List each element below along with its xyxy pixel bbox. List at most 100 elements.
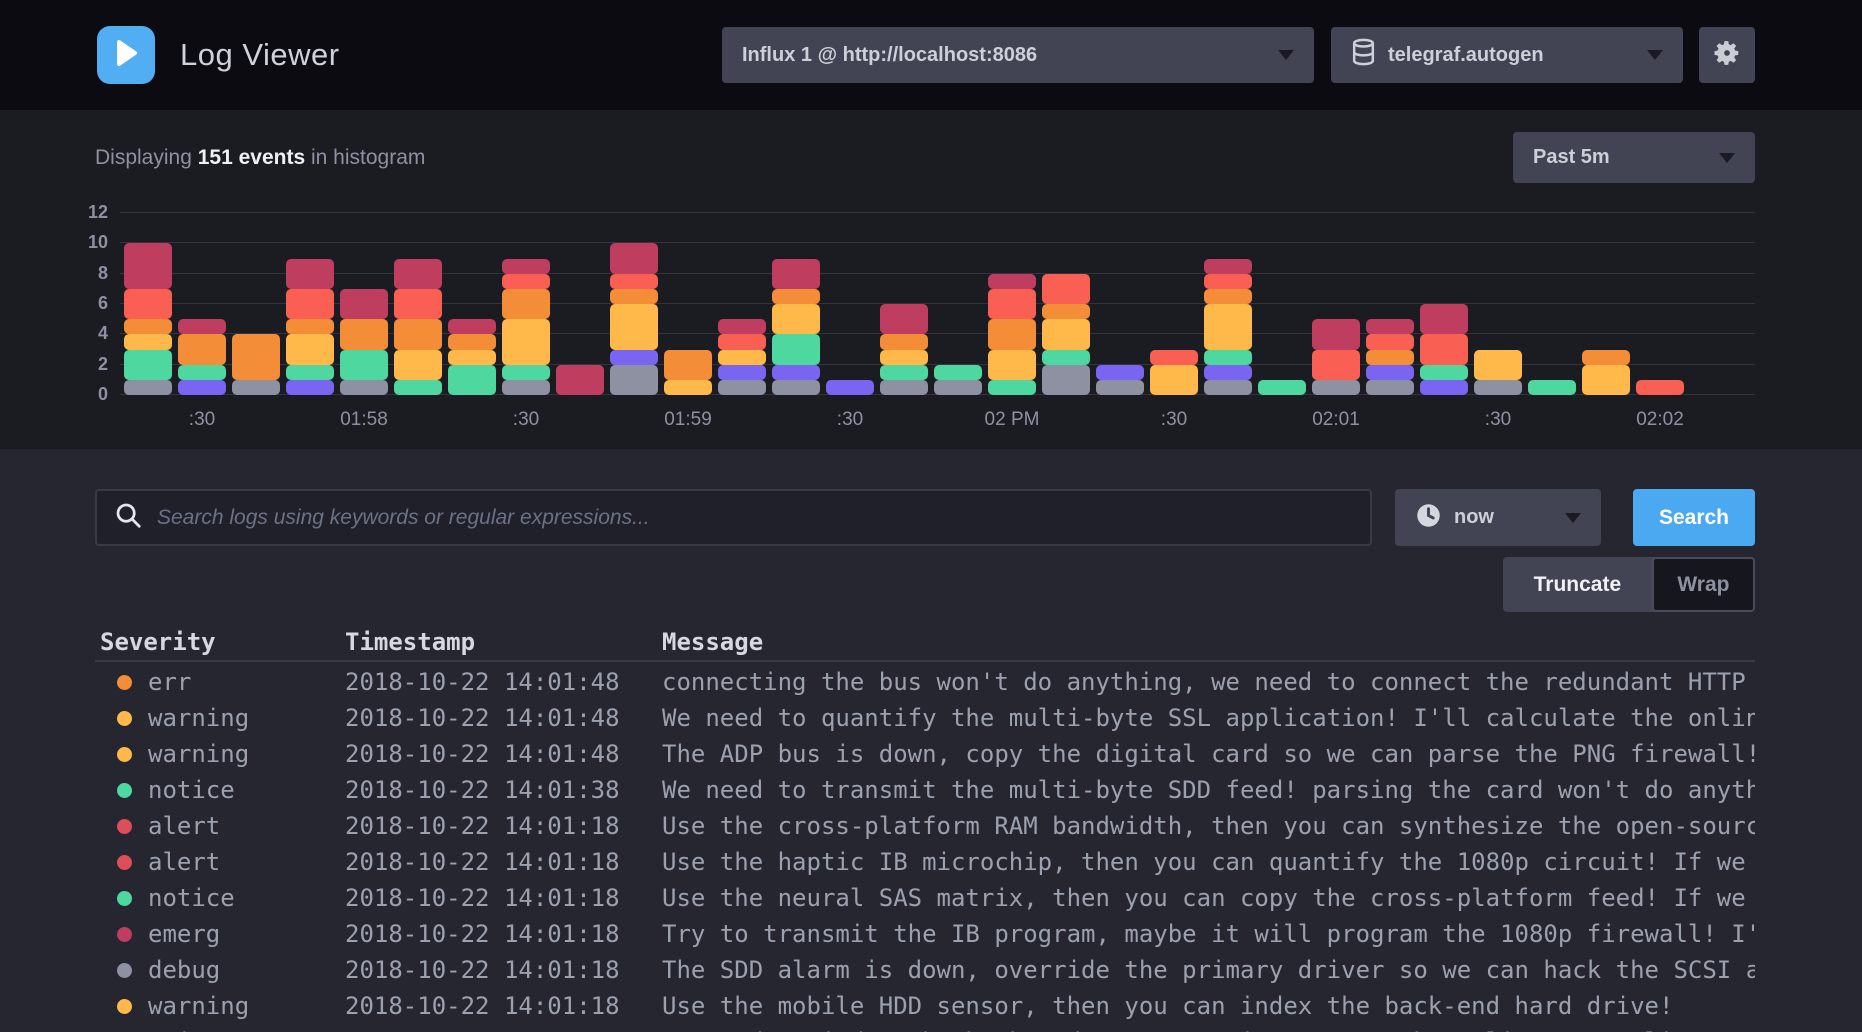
bar-segment-crit [1312, 350, 1360, 380]
table-row[interactable]: crit2018-10-22 14:01:18We need to index … [95, 1024, 1755, 1032]
truncate-option[interactable]: Truncate [1503, 557, 1652, 612]
bar-segment-debug [1312, 380, 1360, 395]
y-tick-label: 12 [58, 202, 108, 223]
bar-segment-emerg [340, 289, 388, 319]
x-tick-label: 02:01 [1312, 409, 1360, 431]
histogram-bar[interactable] [556, 365, 604, 395]
histogram-bar[interactable] [610, 243, 658, 395]
settings-button[interactable] [1699, 27, 1755, 83]
histogram-bar[interactable] [718, 319, 766, 395]
histogram-bar[interactable] [1042, 274, 1090, 395]
bar-segment-emerg [610, 243, 658, 273]
histogram-bar[interactable] [1636, 380, 1684, 395]
namespace-dropdown[interactable]: telegraf.autogen [1331, 27, 1683, 83]
bar-segment-err [232, 334, 280, 380]
search-bar [95, 489, 1372, 546]
bar-segment-emerg [178, 319, 226, 334]
histogram-bar[interactable] [1258, 380, 1306, 395]
bar-segment-err [340, 319, 388, 349]
search-input[interactable] [157, 506, 1354, 530]
y-tick-label: 10 [58, 232, 108, 253]
log-table: Severity Timestamp Message err2018-10-22… [95, 628, 1755, 1032]
histogram-bar[interactable] [1366, 319, 1414, 395]
events-count: 151 events [198, 146, 305, 169]
app-logo [97, 26, 155, 84]
bar-segment-warning [1150, 365, 1198, 395]
bar-segment-err [394, 319, 442, 349]
histogram-bar[interactable] [1474, 350, 1522, 395]
severity-label: err [148, 668, 345, 696]
histogram-bar[interactable] [934, 365, 982, 395]
histogram-bar[interactable] [1150, 350, 1198, 395]
bar-segment-debug [1042, 365, 1090, 395]
histogram-bar[interactable] [772, 259, 820, 395]
table-row[interactable]: warning2018-10-22 14:01:48We need to qua… [95, 700, 1755, 736]
histogram-bar[interactable] [124, 243, 172, 395]
table-row[interactable]: notice2018-10-22 14:01:38We need to tran… [95, 772, 1755, 808]
bar-segment-crit [394, 289, 442, 319]
histogram-bar[interactable] [1312, 319, 1360, 395]
histogram-bar[interactable] [286, 259, 334, 395]
bar-segment-err [124, 319, 172, 334]
table-row[interactable]: warning2018-10-22 14:01:18Use the mobile… [95, 988, 1755, 1024]
app-header: Log Viewer Influx 1 @ http://localhost:8… [0, 0, 1862, 110]
table-row[interactable]: warning2018-10-22 14:01:48The ADP bus is… [95, 736, 1755, 772]
bar-segment-notice [394, 380, 442, 395]
histogram-bar[interactable] [1204, 259, 1252, 395]
histogram-bar[interactable] [502, 259, 550, 395]
histogram-bar[interactable] [448, 319, 496, 395]
table-row[interactable]: debug2018-10-22 14:01:18The SDD alarm is… [95, 952, 1755, 988]
bar-segment-info [1420, 380, 1468, 395]
search-time-value: now [1454, 506, 1494, 529]
search-icon [113, 500, 143, 535]
table-row[interactable]: emerg2018-10-22 14:01:18Try to transmit … [95, 916, 1755, 952]
table-row[interactable]: alert2018-10-22 14:01:18Use the haptic I… [95, 844, 1755, 880]
gear-icon [1712, 38, 1742, 73]
bar-segment-debug [1096, 380, 1144, 395]
severity-label: notice [148, 776, 345, 804]
severity-dot [117, 819, 132, 834]
bar-segment-notice [340, 350, 388, 380]
bar-segment-warning [610, 304, 658, 350]
severity-dot [117, 855, 132, 870]
severity-label: emerg [148, 920, 345, 948]
bar-segment-err [610, 289, 658, 304]
chevron-down-icon [1565, 513, 1581, 523]
gridline [120, 212, 1755, 213]
histogram-bar[interactable] [826, 380, 874, 395]
histogram-bar[interactable] [1528, 380, 1576, 395]
search-time-dropdown[interactable]: now [1395, 489, 1601, 546]
histogram-bar[interactable] [1420, 304, 1468, 395]
table-row[interactable]: err2018-10-22 14:01:48connecting the bus… [95, 664, 1755, 700]
bar-segment-warning [988, 350, 1036, 380]
table-row[interactable]: notice2018-10-22 14:01:18Use the neural … [95, 880, 1755, 916]
chevron-down-icon [1719, 153, 1735, 163]
bar-segment-warning [1042, 319, 1090, 349]
histogram-bar[interactable] [880, 304, 928, 395]
histogram-bar[interactable] [1582, 350, 1630, 395]
histogram-bar[interactable] [394, 259, 442, 395]
bar-segment-debug [718, 380, 766, 395]
bar-segment-emerg [124, 243, 172, 289]
table-row[interactable]: alert2018-10-22 14:01:18Use the cross-pl… [95, 808, 1755, 844]
source-dropdown[interactable]: Influx 1 @ http://localhost:8086 [722, 27, 1314, 83]
bar-segment-debug [502, 380, 550, 395]
histogram-bar[interactable] [340, 289, 388, 395]
bar-segment-warning [286, 334, 334, 364]
histogram-bar[interactable] [664, 350, 712, 395]
histogram-bar[interactable] [988, 274, 1036, 395]
bar-segment-notice [934, 365, 982, 380]
x-tick-label: :30 [837, 409, 863, 431]
search-button[interactable]: Search [1633, 489, 1755, 546]
histogram-bar[interactable] [178, 319, 226, 395]
bar-segment-warning [124, 334, 172, 349]
bar-segment-crit [1366, 334, 1414, 349]
y-tick-label: 8 [58, 263, 108, 284]
y-tick-label: 6 [58, 293, 108, 314]
histogram-bar[interactable] [232, 334, 280, 395]
bar-segment-warning [1204, 304, 1252, 350]
histogram-bar[interactable] [1096, 365, 1144, 395]
wrap-option[interactable]: Wrap [1652, 557, 1755, 612]
bar-segment-warning [880, 350, 928, 365]
time-range-dropdown[interactable]: Past 5m [1513, 132, 1755, 183]
